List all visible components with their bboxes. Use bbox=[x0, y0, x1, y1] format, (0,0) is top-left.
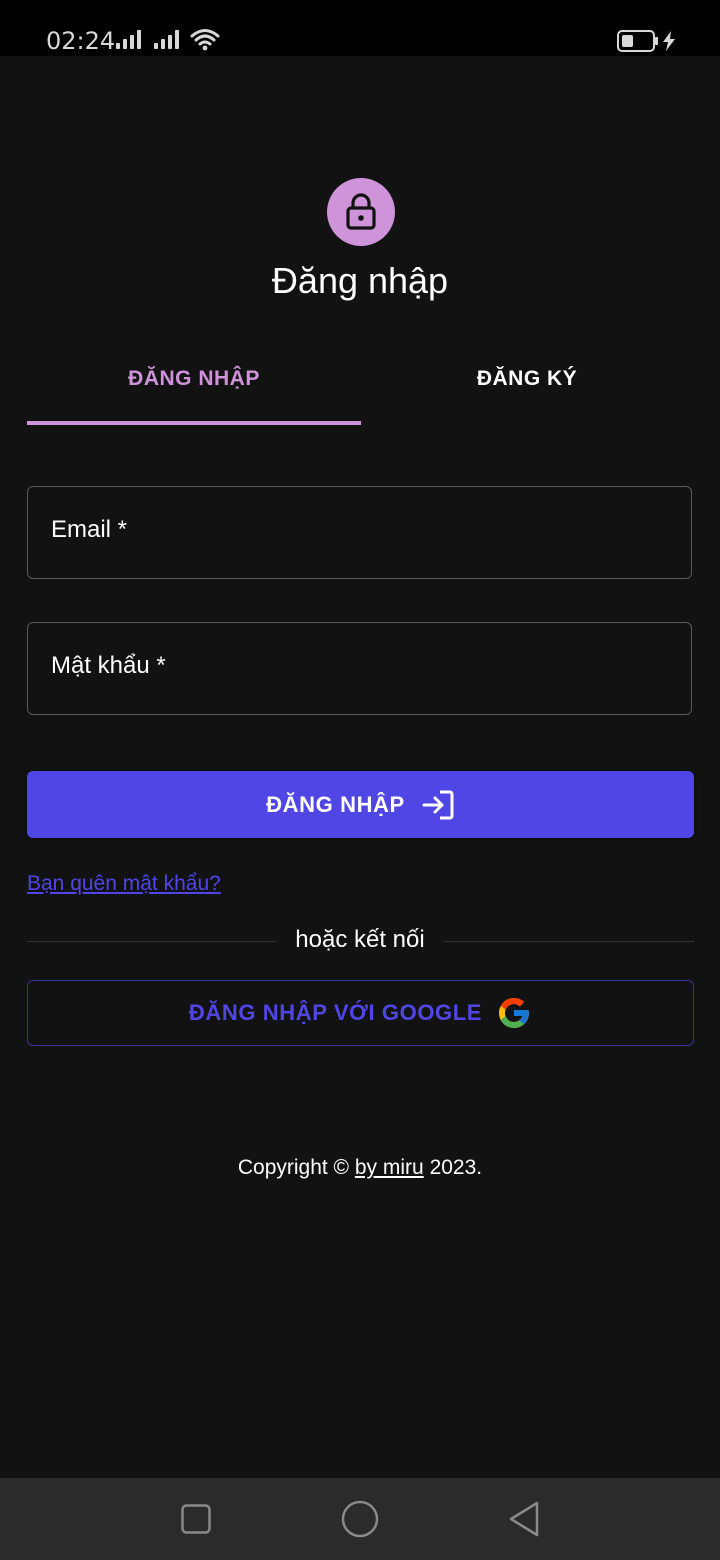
system-nav-bar bbox=[0, 1478, 720, 1560]
email-field[interactable]: Email * bbox=[27, 486, 692, 579]
signal-icon bbox=[116, 30, 141, 49]
home-button[interactable] bbox=[334, 1478, 386, 1560]
recent-apps-icon bbox=[181, 1504, 211, 1534]
password-input[interactable] bbox=[28, 623, 691, 714]
auth-tabs: ĐĂNG NHẬP ĐĂNG KÝ bbox=[27, 336, 694, 426]
recent-apps-button[interactable] bbox=[170, 1478, 222, 1560]
copyright-year: 2023. bbox=[429, 1156, 483, 1179]
status-time: 02:24 bbox=[46, 27, 116, 55]
author-link[interactable]: by miru bbox=[355, 1156, 424, 1179]
login-button[interactable]: ĐĂNG NHẬP bbox=[27, 771, 694, 838]
lock-avatar bbox=[327, 178, 395, 246]
wifi-icon bbox=[190, 29, 220, 51]
forgot-password-link[interactable]: Bạn quên mật khẩu? bbox=[27, 872, 221, 896]
tab-register[interactable]: ĐĂNG KÝ bbox=[360, 336, 694, 422]
back-icon bbox=[509, 1501, 539, 1537]
login-button-label: ĐĂNG NHẬP bbox=[266, 791, 405, 817]
copyright: Copyright © by miru 2023. bbox=[0, 1156, 720, 1180]
google-icon bbox=[499, 998, 530, 1028]
divider-text: hoặc kết nối bbox=[295, 926, 425, 953]
status-bar: 02:24 bbox=[0, 0, 720, 56]
active-tab-indicator bbox=[27, 421, 361, 425]
password-field[interactable]: Mật khẩu * bbox=[27, 622, 692, 715]
copyright-prefix: Copyright © bbox=[237, 1156, 350, 1179]
charging-icon bbox=[663, 31, 675, 51]
back-button[interactable] bbox=[498, 1478, 550, 1560]
email-input[interactable] bbox=[28, 487, 691, 578]
home-icon bbox=[341, 1500, 379, 1538]
lock-icon bbox=[346, 193, 376, 230]
tab-login[interactable]: ĐĂNG NHẬP bbox=[27, 336, 361, 422]
battery-icon bbox=[617, 30, 658, 52]
google-button-label: ĐĂNG NHẬP VỚI GOOGLE bbox=[188, 1000, 483, 1025]
page-title: Đăng nhập bbox=[271, 260, 449, 301]
signal-icon-2 bbox=[154, 30, 179, 49]
login-icon bbox=[422, 790, 454, 819]
google-login-button[interactable]: ĐĂNG NHẬP VỚI GOOGLE bbox=[27, 980, 694, 1046]
